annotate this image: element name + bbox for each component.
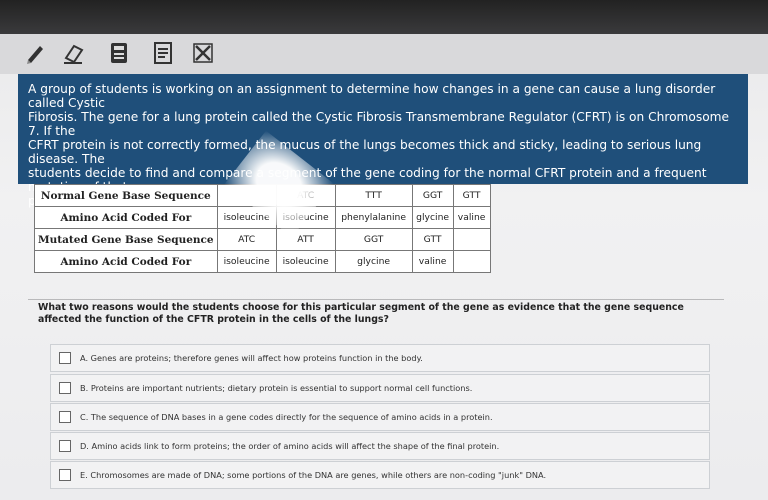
table-row: Amino Acid Coded For isoleucine isoleuci… (34, 250, 491, 273)
choice-label: D. Amino acids link to form proteins; th… (80, 441, 500, 451)
checkbox[interactable] (59, 382, 71, 394)
table-cell: GTT (452, 184, 491, 207)
table-row: Mutated Gene Base Sequence ATC ATT GGT G… (34, 228, 491, 251)
choice-label: B. Proteins are important nutrients; die… (80, 383, 473, 393)
choice-label: E. Chromosomes are made of DNA; some por… (80, 470, 547, 480)
choice-label: C. The sequence of DNA bases in a gene c… (80, 412, 493, 422)
choice-label: A. Genes are proteins; therefore genes w… (80, 353, 423, 363)
table-cell: valine (452, 206, 491, 229)
table-cell: glycine (334, 250, 413, 273)
table-cell: GGT (411, 184, 454, 207)
answer-choice-b[interactable]: B. Proteins are important nutrients; die… (50, 374, 710, 402)
row-header: Amino Acid Coded For (34, 250, 218, 273)
checkbox[interactable] (59, 352, 71, 364)
answer-choice-e[interactable]: E. Chromosomes are made of DNA; some por… (50, 461, 710, 489)
table-cell: isoleucine (275, 250, 336, 273)
question-text: What two reasons would the students choo… (38, 302, 684, 325)
checkbox[interactable] (59, 440, 71, 452)
checkbox[interactable] (59, 469, 71, 481)
answer-choice-d[interactable]: D. Amino acids link to form proteins; th… (50, 432, 710, 460)
checkbox[interactable] (59, 411, 71, 423)
answer-choice-a[interactable]: A. Genes are proteins; therefore genes w… (50, 344, 710, 372)
pencil-icon[interactable] (22, 40, 48, 66)
table-cell: GTT (411, 228, 454, 251)
table-cell: GGT (334, 228, 413, 251)
table-cell: valine (411, 250, 454, 273)
divider (28, 299, 724, 300)
table-cell: phenylalanine (334, 206, 413, 229)
row-header: Mutated Gene Base Sequence (34, 228, 218, 251)
table-cell: TTT (334, 184, 413, 207)
calculator-icon[interactable] (106, 40, 132, 66)
table-cell (452, 250, 491, 273)
eraser-icon[interactable] (60, 40, 86, 66)
row-header: Normal Gene Base Sequence (34, 184, 218, 207)
reference-sheet-icon[interactable] (150, 40, 176, 66)
table-cell: ATC (216, 228, 277, 251)
table-cell: isoleucine (216, 250, 277, 273)
screen-bezel (0, 0, 768, 34)
table-cell: glycine (411, 206, 454, 229)
row-header: Amino Acid Coded For (34, 206, 218, 229)
answer-eliminator-icon[interactable] (190, 40, 216, 66)
table-cell (452, 228, 491, 251)
answer-choice-c[interactable]: C. The sequence of DNA bases in a gene c… (50, 403, 710, 431)
passage-panel: A group of students is working on an ass… (18, 74, 748, 208)
test-screen: A group of students is working on an ass… (0, 0, 768, 500)
toolbar (0, 34, 768, 74)
